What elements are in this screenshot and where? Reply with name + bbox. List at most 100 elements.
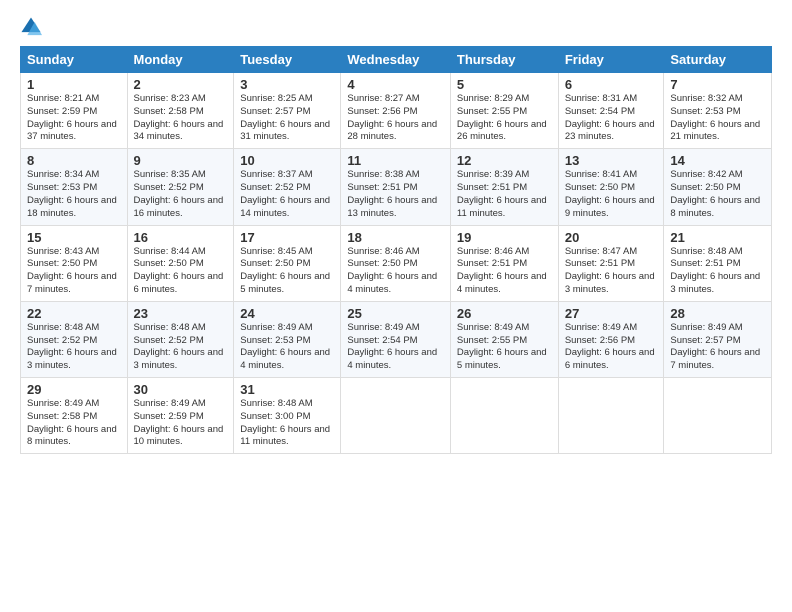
calendar-day-cell: 25Sunrise: 8:49 AMSunset: 2:54 PMDayligh…	[341, 301, 451, 377]
calendar-day-cell: 20Sunrise: 8:47 AMSunset: 2:51 PMDayligh…	[558, 225, 664, 301]
calendar-week-row: 29Sunrise: 8:49 AMSunset: 2:58 PMDayligh…	[21, 378, 772, 454]
calendar-day-cell: 27Sunrise: 8:49 AMSunset: 2:56 PMDayligh…	[558, 301, 664, 377]
day-number: 26	[457, 306, 552, 321]
calendar-body: 1Sunrise: 8:21 AMSunset: 2:59 PMDaylight…	[21, 73, 772, 454]
day-number: 1	[27, 77, 121, 92]
day-info: Sunrise: 8:48 AMSunset: 3:00 PMDaylight:…	[240, 398, 334, 449]
day-info: Sunrise: 8:38 AMSunset: 2:51 PMDaylight:…	[347, 169, 444, 220]
calendar-day-cell: 28Sunrise: 8:49 AMSunset: 2:57 PMDayligh…	[664, 301, 772, 377]
calendar-day-cell: 5Sunrise: 8:29 AMSunset: 2:55 PMDaylight…	[450, 73, 558, 149]
day-number: 17	[240, 230, 334, 245]
weekday-header-saturday: Saturday	[664, 47, 772, 73]
logo-icon	[20, 16, 42, 38]
day-number: 28	[670, 306, 765, 321]
calendar-table: SundayMondayTuesdayWednesdayThursdayFrid…	[20, 46, 772, 454]
weekday-header-thursday: Thursday	[450, 47, 558, 73]
calendar-week-row: 1Sunrise: 8:21 AMSunset: 2:59 PMDaylight…	[21, 73, 772, 149]
day-info: Sunrise: 8:49 AMSunset: 2:53 PMDaylight:…	[240, 322, 334, 373]
weekday-header-tuesday: Tuesday	[234, 47, 341, 73]
calendar-day-cell: 24Sunrise: 8:49 AMSunset: 2:53 PMDayligh…	[234, 301, 341, 377]
day-info: Sunrise: 8:34 AMSunset: 2:53 PMDaylight:…	[27, 169, 121, 220]
calendar-day-cell: 22Sunrise: 8:48 AMSunset: 2:52 PMDayligh…	[21, 301, 128, 377]
day-number: 10	[240, 153, 334, 168]
day-number: 14	[670, 153, 765, 168]
calendar-day-cell: 9Sunrise: 8:35 AMSunset: 2:52 PMDaylight…	[127, 149, 234, 225]
day-info: Sunrise: 8:31 AMSunset: 2:54 PMDaylight:…	[565, 93, 658, 144]
calendar-day-cell: 29Sunrise: 8:49 AMSunset: 2:58 PMDayligh…	[21, 378, 128, 454]
calendar-day-cell	[341, 378, 451, 454]
day-number: 22	[27, 306, 121, 321]
day-number: 19	[457, 230, 552, 245]
calendar-day-cell: 14Sunrise: 8:42 AMSunset: 2:50 PMDayligh…	[664, 149, 772, 225]
calendar-day-cell: 26Sunrise: 8:49 AMSunset: 2:55 PMDayligh…	[450, 301, 558, 377]
calendar-day-cell: 6Sunrise: 8:31 AMSunset: 2:54 PMDaylight…	[558, 73, 664, 149]
day-number: 23	[134, 306, 228, 321]
day-number: 5	[457, 77, 552, 92]
day-info: Sunrise: 8:32 AMSunset: 2:53 PMDaylight:…	[670, 93, 765, 144]
calendar-week-row: 22Sunrise: 8:48 AMSunset: 2:52 PMDayligh…	[21, 301, 772, 377]
day-info: Sunrise: 8:49 AMSunset: 2:54 PMDaylight:…	[347, 322, 444, 373]
calendar-day-cell: 2Sunrise: 8:23 AMSunset: 2:58 PMDaylight…	[127, 73, 234, 149]
day-info: Sunrise: 8:46 AMSunset: 2:51 PMDaylight:…	[457, 246, 552, 297]
day-number: 16	[134, 230, 228, 245]
day-number: 21	[670, 230, 765, 245]
day-info: Sunrise: 8:48 AMSunset: 2:52 PMDaylight:…	[134, 322, 228, 373]
day-info: Sunrise: 8:42 AMSunset: 2:50 PMDaylight:…	[670, 169, 765, 220]
day-info: Sunrise: 8:49 AMSunset: 2:58 PMDaylight:…	[27, 398, 121, 449]
page: SundayMondayTuesdayWednesdayThursdayFrid…	[0, 0, 792, 464]
calendar-week-row: 8Sunrise: 8:34 AMSunset: 2:53 PMDaylight…	[21, 149, 772, 225]
day-info: Sunrise: 8:25 AMSunset: 2:57 PMDaylight:…	[240, 93, 334, 144]
weekday-header-monday: Monday	[127, 47, 234, 73]
day-number: 31	[240, 382, 334, 397]
calendar-day-cell	[450, 378, 558, 454]
weekday-header-sunday: Sunday	[21, 47, 128, 73]
calendar-week-row: 15Sunrise: 8:43 AMSunset: 2:50 PMDayligh…	[21, 225, 772, 301]
day-number: 9	[134, 153, 228, 168]
calendar-day-cell: 11Sunrise: 8:38 AMSunset: 2:51 PMDayligh…	[341, 149, 451, 225]
calendar-day-cell: 1Sunrise: 8:21 AMSunset: 2:59 PMDaylight…	[21, 73, 128, 149]
weekday-header-row: SundayMondayTuesdayWednesdayThursdayFrid…	[21, 47, 772, 73]
calendar-day-cell: 4Sunrise: 8:27 AMSunset: 2:56 PMDaylight…	[341, 73, 451, 149]
logo	[20, 16, 44, 38]
day-number: 12	[457, 153, 552, 168]
day-info: Sunrise: 8:41 AMSunset: 2:50 PMDaylight:…	[565, 169, 658, 220]
day-info: Sunrise: 8:49 AMSunset: 2:56 PMDaylight:…	[565, 322, 658, 373]
day-info: Sunrise: 8:47 AMSunset: 2:51 PMDaylight:…	[565, 246, 658, 297]
calendar-day-cell: 10Sunrise: 8:37 AMSunset: 2:52 PMDayligh…	[234, 149, 341, 225]
calendar-day-cell: 21Sunrise: 8:48 AMSunset: 2:51 PMDayligh…	[664, 225, 772, 301]
calendar-day-cell: 30Sunrise: 8:49 AMSunset: 2:59 PMDayligh…	[127, 378, 234, 454]
day-info: Sunrise: 8:46 AMSunset: 2:50 PMDaylight:…	[347, 246, 444, 297]
calendar-day-cell: 17Sunrise: 8:45 AMSunset: 2:50 PMDayligh…	[234, 225, 341, 301]
day-info: Sunrise: 8:45 AMSunset: 2:50 PMDaylight:…	[240, 246, 334, 297]
weekday-header-wednesday: Wednesday	[341, 47, 451, 73]
day-number: 24	[240, 306, 334, 321]
day-info: Sunrise: 8:48 AMSunset: 2:52 PMDaylight:…	[27, 322, 121, 373]
calendar-header: SundayMondayTuesdayWednesdayThursdayFrid…	[21, 47, 772, 73]
day-number: 27	[565, 306, 658, 321]
day-number: 4	[347, 77, 444, 92]
day-info: Sunrise: 8:37 AMSunset: 2:52 PMDaylight:…	[240, 169, 334, 220]
day-info: Sunrise: 8:49 AMSunset: 2:55 PMDaylight:…	[457, 322, 552, 373]
day-info: Sunrise: 8:49 AMSunset: 2:59 PMDaylight:…	[134, 398, 228, 449]
header	[20, 16, 772, 38]
day-number: 20	[565, 230, 658, 245]
calendar-day-cell	[664, 378, 772, 454]
day-number: 15	[27, 230, 121, 245]
day-number: 2	[134, 77, 228, 92]
calendar-day-cell: 15Sunrise: 8:43 AMSunset: 2:50 PMDayligh…	[21, 225, 128, 301]
day-number: 13	[565, 153, 658, 168]
weekday-header-friday: Friday	[558, 47, 664, 73]
day-info: Sunrise: 8:39 AMSunset: 2:51 PMDaylight:…	[457, 169, 552, 220]
day-info: Sunrise: 8:43 AMSunset: 2:50 PMDaylight:…	[27, 246, 121, 297]
calendar-day-cell: 13Sunrise: 8:41 AMSunset: 2:50 PMDayligh…	[558, 149, 664, 225]
day-number: 25	[347, 306, 444, 321]
calendar-day-cell: 31Sunrise: 8:48 AMSunset: 3:00 PMDayligh…	[234, 378, 341, 454]
calendar-day-cell: 19Sunrise: 8:46 AMSunset: 2:51 PMDayligh…	[450, 225, 558, 301]
day-number: 3	[240, 77, 334, 92]
calendar-day-cell: 7Sunrise: 8:32 AMSunset: 2:53 PMDaylight…	[664, 73, 772, 149]
calendar-day-cell: 18Sunrise: 8:46 AMSunset: 2:50 PMDayligh…	[341, 225, 451, 301]
calendar-day-cell: 23Sunrise: 8:48 AMSunset: 2:52 PMDayligh…	[127, 301, 234, 377]
calendar-day-cell: 8Sunrise: 8:34 AMSunset: 2:53 PMDaylight…	[21, 149, 128, 225]
day-number: 6	[565, 77, 658, 92]
day-info: Sunrise: 8:27 AMSunset: 2:56 PMDaylight:…	[347, 93, 444, 144]
